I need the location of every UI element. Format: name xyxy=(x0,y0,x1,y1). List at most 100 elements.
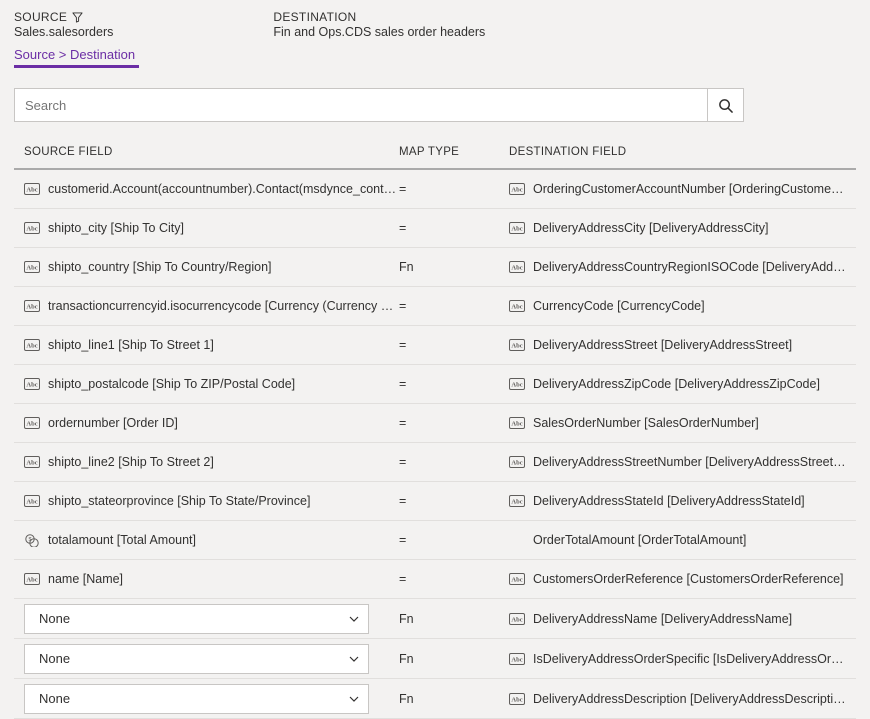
field-type-icon xyxy=(509,652,525,666)
source-field-text: shipto_stateorprovince [Ship To State/Pr… xyxy=(48,494,310,508)
field-type-icon xyxy=(24,455,40,469)
mapping-grid: SOURCE FIELD MAP TYPE DESTINATION FIELD … xyxy=(0,126,870,719)
source-field-text: customerid.Account(accountnumber).Contac… xyxy=(48,182,399,196)
map-type[interactable]: = xyxy=(399,299,509,313)
field-type-icon xyxy=(509,182,525,196)
source-field-text: transactioncurrencyid.isocurrencycode [C… xyxy=(48,299,399,313)
source-field-text: shipto_line1 [Ship To Street 1] xyxy=(48,338,214,352)
field-type-icon xyxy=(24,338,40,352)
map-type[interactable]: = xyxy=(399,533,509,547)
destination-field-text: CustomersOrderReference [CustomersOrderR… xyxy=(533,572,844,586)
field-type-icon xyxy=(509,260,525,274)
map-type[interactable]: Fn xyxy=(399,612,509,626)
source-field-text: shipto_country [Ship To Country/Region] xyxy=(48,260,272,274)
column-headers: SOURCE FIELD MAP TYPE DESTINATION FIELD xyxy=(14,140,856,170)
field-type-icon xyxy=(509,533,525,547)
table-row[interactable]: shipto_postalcode [Ship To ZIP/Postal Co… xyxy=(14,365,856,404)
col-source[interactable]: SOURCE FIELD xyxy=(14,146,399,158)
field-type-icon xyxy=(24,416,40,430)
field-type-icon xyxy=(24,221,40,235)
destination-field-text: OrderingCustomerAccountNumber [OrderingC… xyxy=(533,182,846,196)
table-row[interactable]: shipto_line1 [Ship To Street 1] = Delivery… xyxy=(14,326,856,365)
col-destination[interactable]: DESTINATION FIELD xyxy=(509,146,856,158)
field-type-icon xyxy=(509,299,525,313)
field-type-icon xyxy=(509,377,525,391)
map-type[interactable]: = xyxy=(399,338,509,352)
source-field-text: shipto_postalcode [Ship To ZIP/Postal Co… xyxy=(48,377,295,391)
table-row[interactable]: ordernumber [Order ID] = SalesOrderNumber … xyxy=(14,404,856,443)
dropdown-value: None xyxy=(39,691,70,706)
field-type-icon xyxy=(24,572,40,586)
table-row[interactable]: transactioncurrencyid.isocurrencycode [C… xyxy=(14,287,856,326)
field-type-icon xyxy=(24,299,40,313)
destination-field-text: IsDeliveryAddressOrderSpecific [IsDelive… xyxy=(533,652,846,666)
table-row[interactable]: shipto_country [Ship To Country/Region] F… xyxy=(14,248,856,287)
destination-field-text: DeliveryAddressDescription [DeliveryAddr… xyxy=(533,692,846,706)
source-meta: SOURCE Sales.salesorders xyxy=(14,10,113,39)
tabs: Source > Destination xyxy=(14,47,856,68)
map-type[interactable]: Fn xyxy=(399,692,509,706)
field-type-icon xyxy=(24,494,40,508)
field-type-icon xyxy=(509,494,525,508)
map-type[interactable]: Fn xyxy=(399,652,509,666)
table-row[interactable]: None Fn DeliveryAddressName [DeliveryAddre… xyxy=(14,599,856,639)
search-button[interactable] xyxy=(707,89,743,121)
field-type-icon xyxy=(509,692,525,706)
map-type[interactable]: = xyxy=(399,455,509,469)
map-type[interactable]: Fn xyxy=(399,260,509,274)
field-type-icon xyxy=(24,533,40,547)
field-type-icon xyxy=(509,416,525,430)
destination-field-text: DeliveryAddressStreetNumber [DeliveryAdd… xyxy=(533,455,846,469)
source-field-text: shipto_line2 [Ship To Street 2] xyxy=(48,455,214,469)
table-row[interactable]: shipto_city [Ship To City]=DeliveryAddre… xyxy=(14,209,856,248)
filter-icon[interactable] xyxy=(72,12,83,23)
destination-field-text: DeliveryAddressStreet [DeliveryAddressSt… xyxy=(533,338,792,352)
destination-label: DESTINATION xyxy=(273,10,356,24)
map-type[interactable]: = xyxy=(399,377,509,391)
destination-meta: DESTINATION Fin and Ops.CDS sales order … xyxy=(273,10,485,39)
source-field-text: ordernumber [Order ID] xyxy=(48,416,178,430)
table-row[interactable]: None Fn DeliveryAddressDescription [Delive… xyxy=(14,679,856,719)
field-type-icon xyxy=(24,377,40,391)
search-icon xyxy=(718,98,733,113)
field-type-icon xyxy=(24,260,40,274)
table-row[interactable]: customerid.Account(accountnumber).Contac… xyxy=(14,170,856,209)
header-region: SOURCE Sales.salesorders DESTINATION Fin… xyxy=(0,0,870,68)
table-row[interactable]: shipto_line2 [Ship To Street 2] = Delivery… xyxy=(14,443,856,482)
destination-field-text: DeliveryAddressName [DeliveryAddressName… xyxy=(533,612,792,626)
col-map[interactable]: MAP TYPE xyxy=(399,146,509,158)
chevron-down-icon xyxy=(348,653,360,665)
map-type[interactable]: = xyxy=(399,182,509,196)
source-field-text: totalamount [Total Amount] xyxy=(48,533,196,547)
destination-field-text: SalesOrderNumber [SalesOrderNumber] xyxy=(533,416,759,430)
source-label: SOURCE xyxy=(14,10,67,24)
field-type-icon xyxy=(509,612,525,626)
map-type[interactable]: = xyxy=(399,221,509,235)
table-row[interactable]: shipto_stateorprovince [Ship To State/Pr… xyxy=(14,482,856,521)
destination-field-text: CurrencyCode [CurrencyCode] xyxy=(533,299,705,313)
destination-field-text: DeliveryAddressZipCode [DeliveryAddressZ… xyxy=(533,377,820,391)
source-field-dropdown[interactable]: None xyxy=(24,684,369,714)
field-type-icon xyxy=(509,455,525,469)
field-type-icon xyxy=(509,572,525,586)
source-value: Sales.salesorders xyxy=(14,25,113,39)
table-row[interactable]: name [Name] = CustomersOrderReference [Cus… xyxy=(14,560,856,599)
search-input[interactable] xyxy=(15,98,707,113)
map-type[interactable]: = xyxy=(399,494,509,508)
field-type-icon xyxy=(509,221,525,235)
field-type-icon xyxy=(509,338,525,352)
table-row[interactable]: None Fn IsDeliveryAddressOrderSpecific [Is… xyxy=(14,639,856,679)
destination-field-text: DeliveryAddressCountryRegionISOCode [Del… xyxy=(533,260,846,274)
map-type[interactable]: = xyxy=(399,416,509,430)
table-row[interactable]: totalamount [Total Amount]=OrderTotalAmo… xyxy=(14,521,856,560)
destination-field-text: DeliveryAddressStateId [DeliveryAddressS… xyxy=(533,494,805,508)
destination-value: Fin and Ops.CDS sales order headers xyxy=(273,25,485,39)
source-field-text: name [Name] xyxy=(48,572,123,586)
tab-source-destination[interactable]: Source > Destination xyxy=(14,47,135,68)
chevron-down-icon xyxy=(348,613,360,625)
search-box[interactable] xyxy=(14,88,744,122)
source-field-dropdown[interactable]: None xyxy=(24,604,369,634)
field-type-icon xyxy=(24,182,40,196)
source-field-dropdown[interactable]: None xyxy=(24,644,369,674)
map-type[interactable]: = xyxy=(399,572,509,586)
